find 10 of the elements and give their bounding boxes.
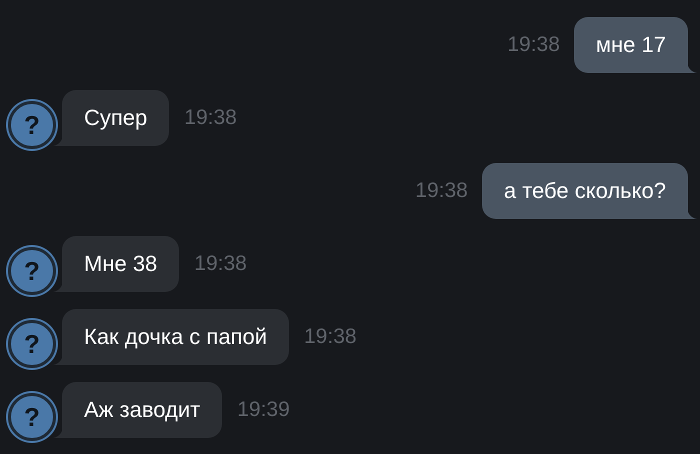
avatar: ? — [8, 393, 56, 441]
message-time: 19:39 — [237, 398, 290, 422]
message-time: 19:38 — [507, 33, 560, 57]
avatar: ? — [8, 320, 56, 368]
message-time: 19:38 — [304, 325, 357, 349]
avatar: ? — [8, 101, 56, 149]
message-time: 19:38 — [184, 106, 237, 130]
message-time: 19:38 — [194, 252, 247, 276]
message-time: 19:38 — [415, 179, 468, 203]
avatar: ? — [8, 247, 56, 295]
